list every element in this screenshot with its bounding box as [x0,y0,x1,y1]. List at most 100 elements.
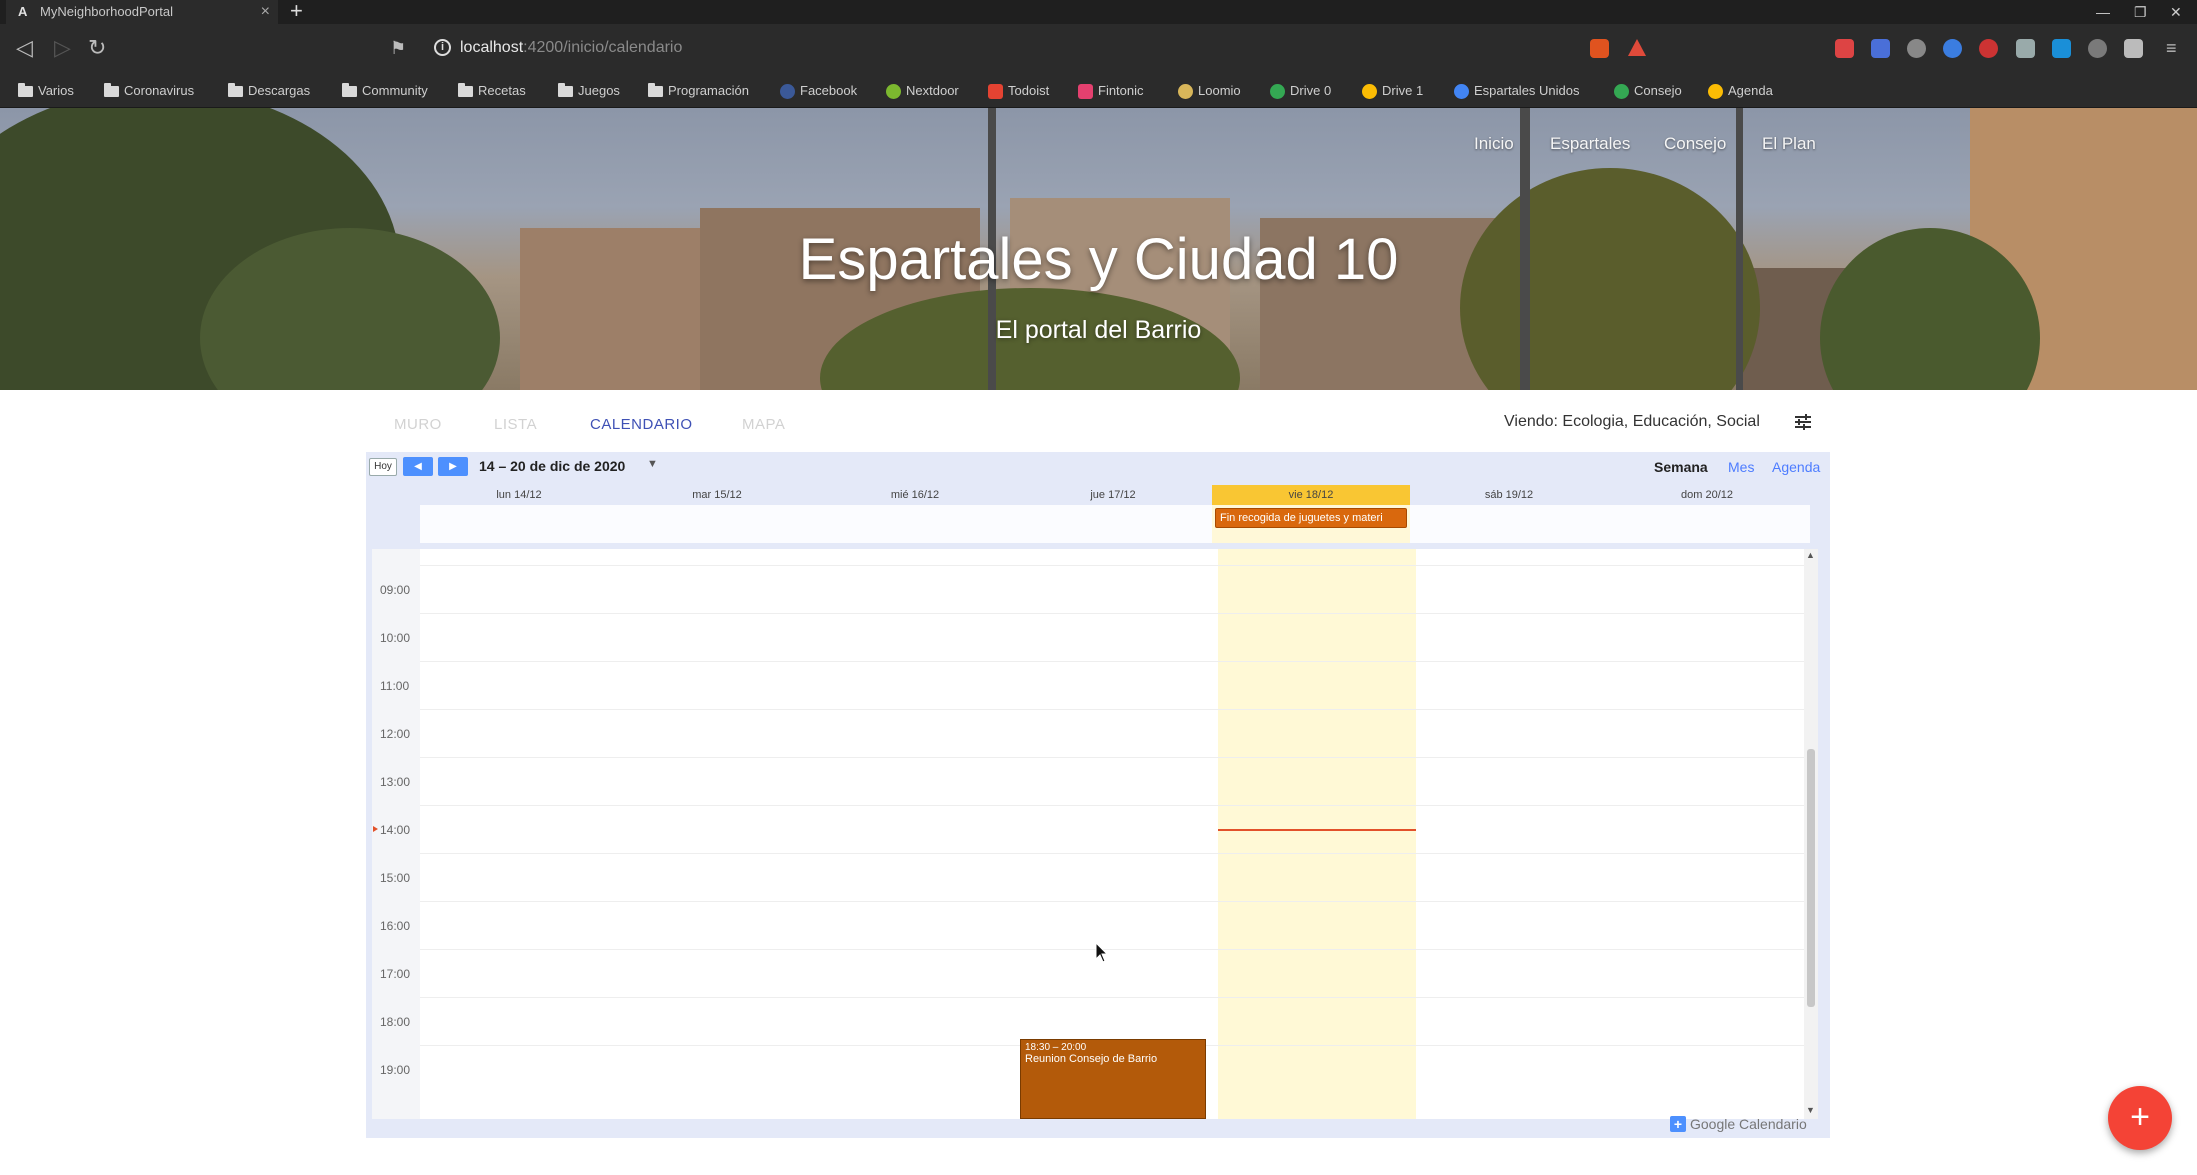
bookmark-fintonic[interactable]: Fintonic [1076,74,1144,108]
bookmark-icon[interactable]: ⚑ [390,36,406,60]
bookmark-facebook[interactable]: Facebook [778,74,857,108]
tab-lista[interactable]: LISTA [494,416,537,433]
close-window-icon[interactable]: ✕ [2170,0,2182,24]
extension-cal-icon[interactable] [2052,39,2071,58]
back-icon[interactable]: ◁ [16,36,33,60]
bookmark-varios[interactable]: Varios [16,74,74,108]
new-tab-icon[interactable]: + [290,0,303,22]
browser-tab[interactable]: A MyNeighborhoodPortal × [6,0,278,24]
day-header: lun 14/12 [496,489,542,501]
hour-line [420,661,1812,662]
next-week-button[interactable]: ▶ [438,457,468,476]
hour-label: 16:00 [380,919,411,933]
extension-blue-icon[interactable] [1943,39,1962,58]
day-header: jue 17/12 [1090,489,1136,501]
bookmark-juegos[interactable]: Juegos [556,74,620,108]
prev-week-button[interactable]: ◀ [403,457,433,476]
all-day-event[interactable]: Fin recogida de juguetes y materi [1215,508,1407,528]
pocket-icon[interactable] [1979,39,1998,58]
bookmark-coronavirus[interactable]: Coronavirus [102,74,194,108]
extension-red-icon[interactable] [1835,39,1854,58]
mode-month[interactable]: Mes [1728,459,1754,475]
tab-muro[interactable]: MURO [394,416,442,433]
bookmark-community[interactable]: Community [340,74,428,108]
google-calendar-link[interactable]: + Google Calendario [1670,1116,1807,1132]
plus-icon: + [1670,1116,1686,1132]
tab-favicon-icon: A [18,4,28,19]
folder-icon [228,83,243,97]
event-title: Reunion Consejo de Barrio [1025,1053,1158,1065]
scroll-down-icon[interactable]: ▼ [1806,1105,1815,1115]
bookmark-drive0[interactable]: Drive 0 [1268,74,1331,108]
bookmark-consejo[interactable]: Consejo [1612,74,1682,108]
url-field[interactable]: i localhost:4200/inicio/calendario [424,34,1584,64]
folder-icon [18,83,33,97]
bookmark-recetas[interactable]: Recetas [456,74,526,108]
bookmark-drive1[interactable]: Drive 1 [1360,74,1423,108]
current-time-line [1218,829,1416,831]
day-header-today: vie 18/12 [1212,485,1410,505]
calendar-event[interactable]: 18:30 – 20:00 Reunion Consejo de Barrio [1020,1039,1206,1119]
day-header: dom 20/12 [1681,489,1733,501]
restore-icon[interactable]: ❐ [2134,0,2147,24]
add-event-button[interactable]: + [2108,1086,2172,1150]
time-grid: 09:00 10:00 11:00 12:00 13:00 14:00 15:0… [372,549,1812,1119]
bookmark-nextdoor[interactable]: Nextdoor [884,74,959,108]
calendar-widget: Hoy ◀ ▶ 14 – 20 de dic de 2020 ▼ Semana … [366,452,1830,1138]
extension-globe-icon[interactable] [1907,39,1926,58]
nav-inicio[interactable]: Inicio [1474,134,1514,154]
extension-gray-icon[interactable] [2088,39,2107,58]
tune-filter-icon[interactable] [1794,413,1812,431]
bookmark-agenda[interactable]: Agenda [1706,74,1773,108]
viewing-filter-text: Viendo: Ecologia, Educación, Social [1504,413,1760,430]
hour-line [420,901,1812,902]
hour-line [420,757,1812,758]
scroll-up-icon[interactable]: ▲ [1806,550,1815,560]
close-tab-icon[interactable]: × [261,0,270,24]
todoist-icon [988,84,1003,99]
mode-agenda[interactable]: Agenda [1772,459,1820,475]
hour-label: 12:00 [380,727,411,741]
nextdoor-icon [886,84,901,99]
hour-label: 13:00 [380,775,411,789]
bookmark-todoist[interactable]: Todoist [986,74,1049,108]
facebook-icon [780,84,795,99]
hour-line [420,997,1812,998]
minimize-icon[interactable]: — [2096,0,2110,24]
google-drive-icon [1270,84,1285,99]
loomio-icon [1178,84,1193,99]
hour-label: 11:00 [380,679,410,693]
scroll-thumb[interactable] [1807,749,1815,1007]
tab-mapa[interactable]: MAPA [742,416,785,433]
nav-el-plan[interactable]: El Plan [1762,134,1816,154]
reload-icon[interactable]: ↻ [88,36,106,60]
menu-icon[interactable]: ≡ [2166,36,2177,60]
mode-week[interactable]: Semana [1654,459,1708,475]
forward-icon[interactable]: ▷ [54,36,71,60]
day-header: mar 15/12 [692,489,742,501]
brave-rewards-icon[interactable] [1628,39,1646,56]
extension-stack-icon[interactable] [2016,39,2035,58]
bookmarks-bar: Varios Coronavirus Descargas Community R… [0,74,2197,108]
translate-icon[interactable] [1871,39,1890,58]
bookmark-programacion[interactable]: Programación [646,74,749,108]
tab-calendario[interactable]: CALENDARIO [590,416,693,433]
chevron-down-icon[interactable]: ▼ [647,458,658,470]
bookmark-espartales-unidos[interactable]: Espartales Unidos [1452,74,1580,108]
google-drive-icon [1362,84,1377,99]
brave-shield-icon[interactable] [1590,39,1609,58]
calendar-scrollbar[interactable]: ▲ ▼ [1804,549,1818,1119]
today-button[interactable]: Hoy [369,458,397,476]
day-header: mié 16/12 [890,489,940,501]
bookmark-loomio[interactable]: Loomio [1176,74,1241,108]
site-info-icon[interactable]: i [434,39,451,56]
extensions-puzzle-icon[interactable] [2124,39,2143,58]
folder-icon [458,83,473,97]
bookmark-descargas[interactable]: Descargas [226,74,310,108]
folder-icon [104,83,119,97]
nav-espartales[interactable]: Espartales [1550,134,1630,154]
nav-consejo[interactable]: Consejo [1664,134,1726,154]
hour-line [420,565,1812,566]
browser-tab-bar: A MyNeighborhoodPortal × + — ❐ ✕ [0,0,2197,24]
hour-line [420,613,1812,614]
